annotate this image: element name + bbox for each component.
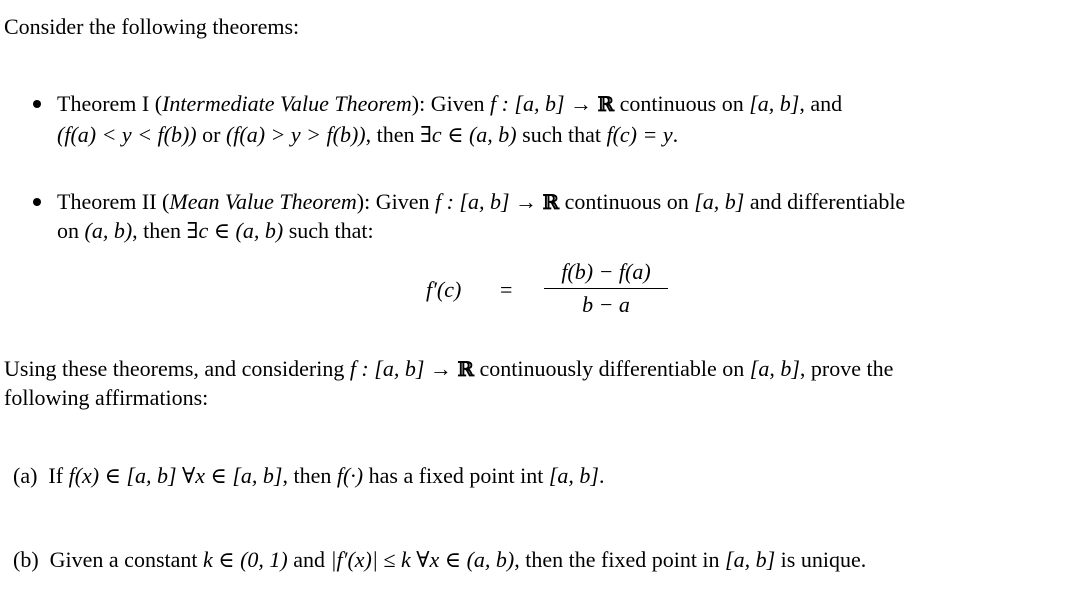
item-text: is unique. bbox=[775, 547, 867, 572]
bullet-icon bbox=[33, 198, 41, 206]
theorem-2-text: such that: bbox=[283, 218, 374, 243]
task-line-2: following affirmations: bbox=[4, 385, 209, 410]
task-math: [a, b] bbox=[749, 356, 800, 381]
fraction-bar bbox=[544, 288, 668, 289]
theorem-1-line-1: Theorem I (Intermediate Value Theorem): … bbox=[57, 93, 842, 115]
theorem-2-name: Mean Value Theorem bbox=[169, 189, 357, 214]
theorem-1-label: Theorem I ( bbox=[57, 91, 163, 116]
theorem-2-line-2: on (a, b), then ∃c ∈ (a, b) such that: bbox=[57, 220, 374, 242]
theorem-2-text: continuous on bbox=[559, 189, 695, 214]
item-math: f(·) bbox=[336, 463, 364, 488]
theorem-1-line-2: (f(a) < y < f(b)) or (f(a) > y > f(b)), … bbox=[57, 124, 678, 146]
item-text: , then the fixed point in bbox=[514, 547, 726, 572]
reals-symbol: ℝ bbox=[457, 357, 474, 381]
theorem-1-text: , and bbox=[799, 91, 843, 116]
theorem-2-text: , then bbox=[132, 218, 187, 243]
theorem-1-math: (f(a) > y > f(b)) bbox=[225, 122, 366, 147]
theorem-1-math: f : [a, b] → bbox=[489, 91, 598, 116]
theorem-1-math: [a, b] bbox=[749, 91, 800, 116]
bullet-icon bbox=[33, 100, 41, 108]
fraction-denominator: b − a bbox=[582, 292, 630, 317]
item-text: . bbox=[599, 463, 605, 488]
equation-equals: = bbox=[500, 277, 513, 302]
item-math: [a, b] bbox=[725, 547, 776, 572]
item-text: and bbox=[287, 547, 331, 572]
intro-text: Consider the following theorems: bbox=[4, 14, 300, 39]
theorem-2-math: (a, b) bbox=[84, 218, 133, 243]
theorem-1-text: or bbox=[196, 122, 226, 147]
reals-symbol: ℝ bbox=[542, 190, 560, 214]
item-math: f(x) ∈ [a, b] ∀x ∈ [a, b] bbox=[68, 463, 283, 488]
theorem-2-text: ): Given bbox=[356, 189, 435, 214]
theorem-1-math: f(c) = y bbox=[606, 122, 673, 147]
item-text: , then bbox=[282, 463, 337, 488]
theorem-2-text: on bbox=[57, 218, 85, 243]
theorem-2-math: f : [a, b] → bbox=[434, 189, 543, 214]
item-a: (a) If f(x) ∈ [a, b] ∀x ∈ [a, b], then f… bbox=[13, 465, 605, 487]
item-label: (b) bbox=[13, 547, 39, 572]
task-text: continuously differentiable on bbox=[474, 356, 750, 381]
theorem-1-text: . bbox=[672, 122, 679, 147]
item-math: k ∈ (0, 1) bbox=[203, 547, 288, 572]
equation-fraction: f(b) − f(a) b − a bbox=[544, 261, 668, 316]
task-math: f : [a, b] → bbox=[349, 356, 458, 381]
theorem-1-text: , then bbox=[365, 122, 420, 147]
item-math: |f′(x)| ≤ k ∀x ∈ (a, b) bbox=[330, 547, 515, 572]
item-text: If bbox=[48, 463, 69, 488]
task-text: , prove the bbox=[799, 356, 894, 381]
item-label: (a) bbox=[13, 463, 38, 488]
theorem-1-math: ∃c ∈ (a, b) bbox=[420, 122, 517, 147]
theorem-2-line-1: Theorem II (Mean Value Theorem): Given f… bbox=[57, 191, 905, 213]
theorem-1-text: continuous on bbox=[614, 91, 750, 116]
theorem-1-name: Intermediate Value Theorem bbox=[162, 91, 412, 116]
reals-symbol: ℝ bbox=[597, 92, 615, 116]
theorem-2-text: and differentiable bbox=[744, 189, 906, 214]
theorem-1-text: ): Given bbox=[411, 91, 490, 116]
task-text: Using these theorems, and considering bbox=[4, 356, 350, 381]
theorem-1-math: (f(a) < y < f(b)) bbox=[57, 122, 197, 147]
item-math: [a, b] bbox=[548, 463, 599, 488]
fraction-numerator: f(b) − f(a) bbox=[561, 259, 651, 284]
theorem-2-math: [a, b] bbox=[694, 189, 745, 214]
theorem-1-text: such that bbox=[516, 122, 607, 147]
equation-lhs: f′(c) bbox=[426, 277, 462, 302]
item-text: Given a constant bbox=[49, 547, 204, 572]
task-line-1: Using these theorems, and considering f … bbox=[4, 358, 893, 380]
item-text: has a fixed point int bbox=[363, 463, 549, 488]
theorem-2-label: Theorem II ( bbox=[57, 189, 170, 214]
theorem-2-math: ∃c ∈ (a, b) bbox=[186, 218, 284, 243]
item-b: (b) Given a constant k ∈ (0, 1) and |f′(… bbox=[13, 549, 866, 571]
